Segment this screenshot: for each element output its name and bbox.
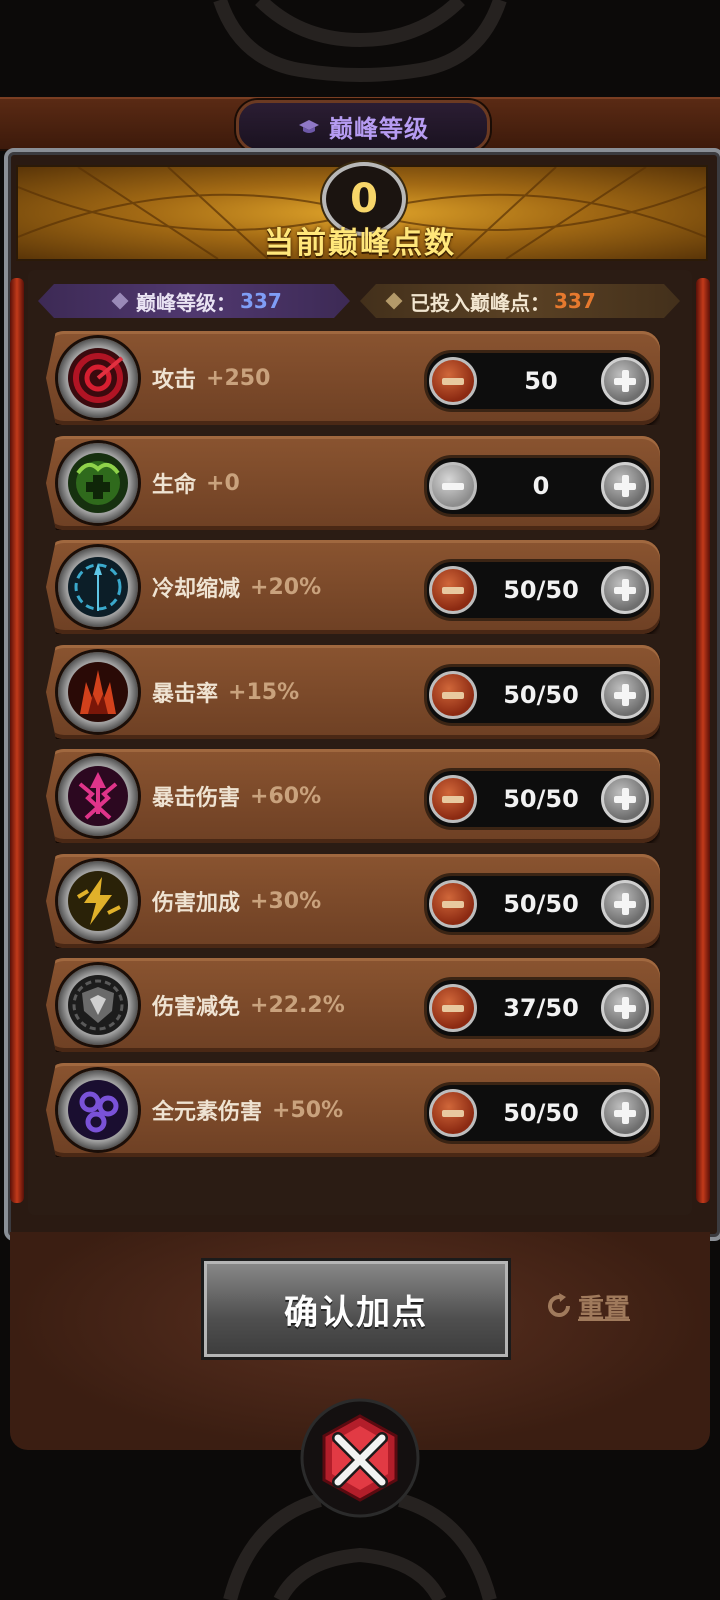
- stat-name: 全元素伤害: [152, 1100, 263, 1125]
- diamond-icon: [112, 293, 129, 310]
- invested-points-label: 已投入巅峰点：: [410, 290, 550, 315]
- stat-bonus: +20%: [250, 574, 322, 600]
- invested-points-pill: 已投入巅峰点： 337: [360, 284, 680, 318]
- stepper-value: 50/50: [503, 1099, 579, 1127]
- stat-name: 伤害减免: [152, 995, 241, 1020]
- stat-name: 生命: [152, 473, 197, 498]
- stat-label: 暴击伤害 +60%: [152, 749, 321, 843]
- diamond-icon: [386, 293, 403, 310]
- stepper-value: 37/50: [503, 994, 579, 1022]
- plus-button[interactable]: [601, 462, 649, 510]
- stepper-value: 0: [532, 472, 550, 500]
- left-rail: [10, 278, 24, 1203]
- minus-button[interactable]: [429, 462, 477, 510]
- plus-button[interactable]: [601, 775, 649, 823]
- stat-bonus: +22.2%: [250, 992, 345, 1018]
- stat-label: 攻击 +250: [152, 331, 270, 425]
- stat-label: 冷却缩减 +20%: [152, 540, 321, 634]
- stat-name: 暴击率: [152, 682, 219, 707]
- points-stepper: 50/50: [424, 1082, 654, 1144]
- points-stepper: 50/50: [424, 873, 654, 935]
- plus-button[interactable]: [601, 1089, 649, 1137]
- graduation-cap-icon: [299, 120, 319, 133]
- peak-level-label: 巅峰等级：: [136, 290, 236, 315]
- stat-bonus: +250: [206, 365, 271, 391]
- life-cross-icon: [58, 443, 138, 523]
- stat-bonus: +50%: [272, 1097, 344, 1123]
- stepper-value: 50/50: [503, 890, 579, 918]
- peak-level-pill: 巅峰等级： 337: [38, 284, 350, 318]
- stat-label: 生命 +0: [152, 436, 240, 530]
- plus-button[interactable]: [601, 880, 649, 928]
- reset-label: 重置: [578, 1293, 631, 1324]
- points-stepper: 50/50: [424, 559, 654, 621]
- confirm-button[interactable]: 确认加点: [201, 1258, 511, 1360]
- minus-button[interactable]: [429, 880, 477, 928]
- crit-damage-arrows-icon: [58, 756, 138, 836]
- points-stepper: 0: [424, 455, 654, 517]
- cooldown-clock-icon: [58, 547, 138, 627]
- stat-label: 伤害减免 +22.2%: [152, 958, 345, 1052]
- stat-label: 全元素伤害 +50%: [152, 1063, 343, 1157]
- minus-button[interactable]: [429, 775, 477, 823]
- points-stepper: 37/50: [424, 977, 654, 1039]
- stat-label: 暴击率 +15%: [152, 645, 299, 739]
- stat-bonus: +60%: [250, 783, 322, 809]
- plus-button[interactable]: [601, 671, 649, 719]
- stat-name: 暴击伤害: [152, 786, 241, 811]
- all-element-orbs-icon: [58, 1070, 138, 1150]
- attack-target-icon: [58, 338, 138, 418]
- plus-button[interactable]: [601, 566, 649, 614]
- invested-points-value: 337: [554, 289, 596, 313]
- stat-name: 伤害加成: [152, 891, 241, 916]
- title-plaque: 巅峰等级: [236, 100, 490, 152]
- close-icon[interactable]: [300, 1398, 420, 1518]
- stat-bonus: +15%: [228, 679, 300, 705]
- plus-button[interactable]: [601, 357, 649, 405]
- stat-label: 伤害加成 +30%: [152, 854, 321, 948]
- minus-button[interactable]: [429, 566, 477, 614]
- stepper-value: 50/50: [503, 785, 579, 813]
- stepper-value: 50/50: [503, 576, 579, 604]
- plus-button[interactable]: [601, 984, 649, 1032]
- minus-button[interactable]: [429, 671, 477, 719]
- minus-button[interactable]: [429, 984, 477, 1032]
- damage-reduction-shield-icon: [58, 965, 138, 1045]
- stepper-value: 50: [524, 367, 558, 395]
- current-points-label: 当前巅峰点数: [264, 226, 456, 261]
- points-stepper: 50: [424, 350, 654, 412]
- crit-rate-flame-icon: [58, 652, 138, 732]
- refresh-icon: [548, 1293, 570, 1317]
- minus-button[interactable]: [429, 1089, 477, 1137]
- points-stepper: 50/50: [424, 664, 654, 726]
- reset-button[interactable]: 重置: [544, 1288, 630, 1324]
- peak-level-value: 337: [240, 289, 282, 313]
- right-rail: [696, 278, 710, 1203]
- stepper-value: 50/50: [503, 681, 579, 709]
- page-title: 巅峰等级: [329, 114, 429, 143]
- points-stepper: 50/50: [424, 768, 654, 830]
- stat-name: 攻击: [152, 368, 197, 393]
- minus-button[interactable]: [429, 357, 477, 405]
- damage-bonus-lightning-icon: [58, 861, 138, 941]
- stat-bonus: +0: [206, 470, 240, 496]
- stat-name: 冷却缩减: [152, 577, 241, 602]
- stat-bonus: +30%: [250, 888, 322, 914]
